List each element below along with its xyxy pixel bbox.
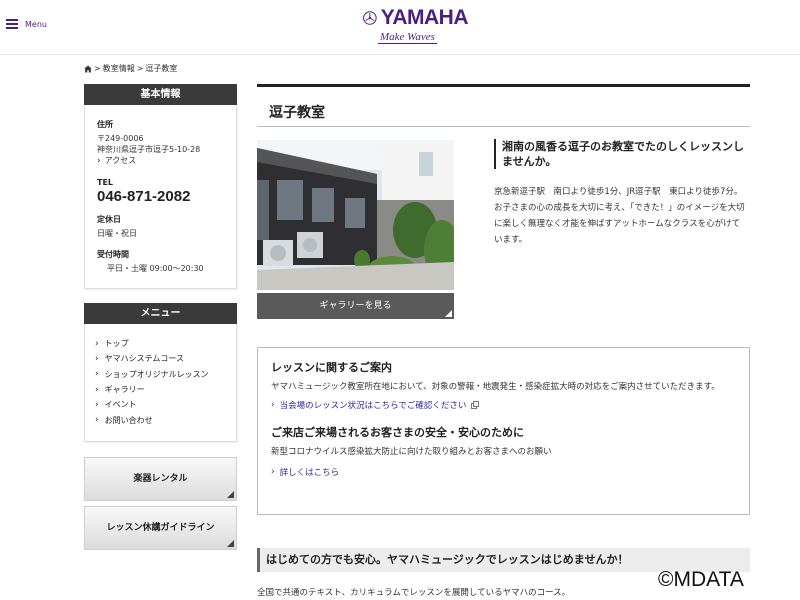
chevron-right-icon: › [97,155,101,166]
page-title: 逗子教室 [269,105,325,121]
chevron-right-icon: › [95,415,99,426]
notice-heading-lessons: レッスンに関するご案内 [271,361,392,374]
logo-wordmark: YAMAHA [380,6,469,29]
chevron-right-icon: › [271,400,275,410]
classroom-description: 京急新逗子駅 南口より徒歩1分、JR逗子駅 東口より徒歩7分。お子さまの心の成長… [494,187,745,245]
sidebar-item-event[interactable]: › イベント [95,397,226,412]
postal-code: 〒249-0006 [97,134,144,143]
basic-info-heading: 基本情報 [84,84,237,105]
sidebar-item-gallery[interactable]: › ギャラリー [95,382,226,397]
home-icon[interactable] [84,65,92,73]
reception-hours: 平日・土曜 09:00～20:30 [107,264,204,273]
chevron-right-icon: › [95,384,99,395]
sidebar-item-label: ヤマハシステムコース [104,354,184,364]
menu-button[interactable]: Menu [6,19,47,29]
safety-details-link[interactable]: › 詳しくはこちら [271,466,736,478]
corner-arrow-icon [227,491,234,498]
external-link-icon [471,401,480,409]
chevron-right-icon: › [95,399,99,410]
access-link-label: アクセス [104,156,137,165]
sidebar-item-contact[interactable]: › お問い合わせ [95,412,226,427]
tel-number[interactable]: 046-871-2082 [97,188,224,205]
view-gallery-label: ギャラリーを見る [319,301,392,311]
sidebar-item-top[interactable]: › トップ [95,336,226,351]
title-divider [257,126,750,127]
closed-days-label: 定休日 [97,215,121,224]
notice-heading-safety: ご来店ご来場されるお客さまの安全・安心のために [271,426,524,439]
classroom-building-photo [257,140,454,290]
site-header: Menu YAMAHA Make Waves [0,0,800,55]
chevron-right-icon: › [95,353,99,364]
corner-arrow-icon [227,540,234,547]
instrument-rental-label: 楽器レンタル [133,474,188,484]
address-label: 住所 [97,120,113,129]
breadcrumb-current: 逗子教室 [145,64,178,73]
lesson-notice-box: レッスンに関するご案内 ヤマハミュージック教室所在地において、対象の警報・地震発… [257,347,750,515]
closed-days: 日曜・祝日 [97,229,137,238]
corner-arrow-icon [445,310,452,317]
sidebar-item-original-lesson[interactable]: › ショップオリジナルレッスン [95,367,226,382]
logo-tagline: Make Waves [378,31,437,44]
menu-heading: メニュー [84,303,237,324]
access-link[interactable]: › アクセス [97,155,224,166]
sidebar-item-system-course[interactable]: › ヤマハシステムコース [95,351,226,366]
breadcrumb-classroom-info[interactable]: 教室情報 [103,63,135,74]
sidebar-item-label: ギャラリー [104,385,145,395]
notice-text-safety: 新型コロナウイルス感染拡大防止に向けた取り組みとお客さまへのお願い [271,447,552,457]
sidebar-item-label: ショップオリジナルレッスン [104,369,209,379]
hamburger-icon [6,19,18,29]
lesson-status-link[interactable]: › 当会場のレッスン状況はこちらでご確認ください [271,399,736,411]
address: 神奈川県逗子市逗子5-10-28 [97,145,201,154]
chevron-right-icon: › [95,338,99,349]
chevron-right-icon: › [271,467,275,477]
breadcrumb-separator: > [136,64,144,73]
lesson-cancel-guideline-label: レッスン休講ガイドライン [106,523,215,533]
notice-text-lessons: ヤマハミュージック教室所在地において、対象の警報・地震発生・感染症拡大時の対応を… [271,382,720,392]
instrument-rental-button[interactable]: 楽器レンタル [84,457,237,501]
lesson-cancel-guideline-button[interactable]: レッスン休講ガイドライン [84,506,237,550]
breadcrumb-separator: > [94,64,101,73]
hours-label: 受付時間 [97,250,129,259]
tuning-fork-logo-icon [363,11,377,25]
sidebar-menu: › トップ › ヤマハシステムコース › ショップオリジナルレッスン › ギャラリー ›… [84,324,237,442]
safety-details-link-label: 詳しくはこちら [279,468,340,478]
breadcrumb: > 教室情報 > 逗子教室 [84,63,177,74]
chevron-right-icon: › [95,369,99,380]
sidebar-item-label: イベント [104,400,137,410]
title-top-rule [257,84,750,87]
basic-info-panel: 住所 〒249-0006 神奈川県逗子市逗子5-10-28 › アクセス TEL… [84,106,237,289]
copyright-watermark: ©MDATA [658,568,744,591]
menu-label: Menu [25,19,47,29]
tel-label: TEL [97,178,114,187]
lesson-status-link-label: 当会場のレッスン状況はこちらでご確認ください [279,401,467,411]
catch-copy: 湘南の風香る逗子のお教室でたのしくレッスンしませんか。 [494,139,744,169]
view-gallery-button[interactable]: ギャラリーを見る [257,293,454,319]
sidebar-item-label: トップ [104,339,129,349]
course-intro-text: 全国で共通のテキスト、カリキュラムでレッスンを展開しているヤマハのコース。 [257,588,571,598]
yamaha-logo[interactable]: YAMAHA Make Waves [363,6,469,50]
sidebar-item-label: お問い合わせ [104,415,153,425]
